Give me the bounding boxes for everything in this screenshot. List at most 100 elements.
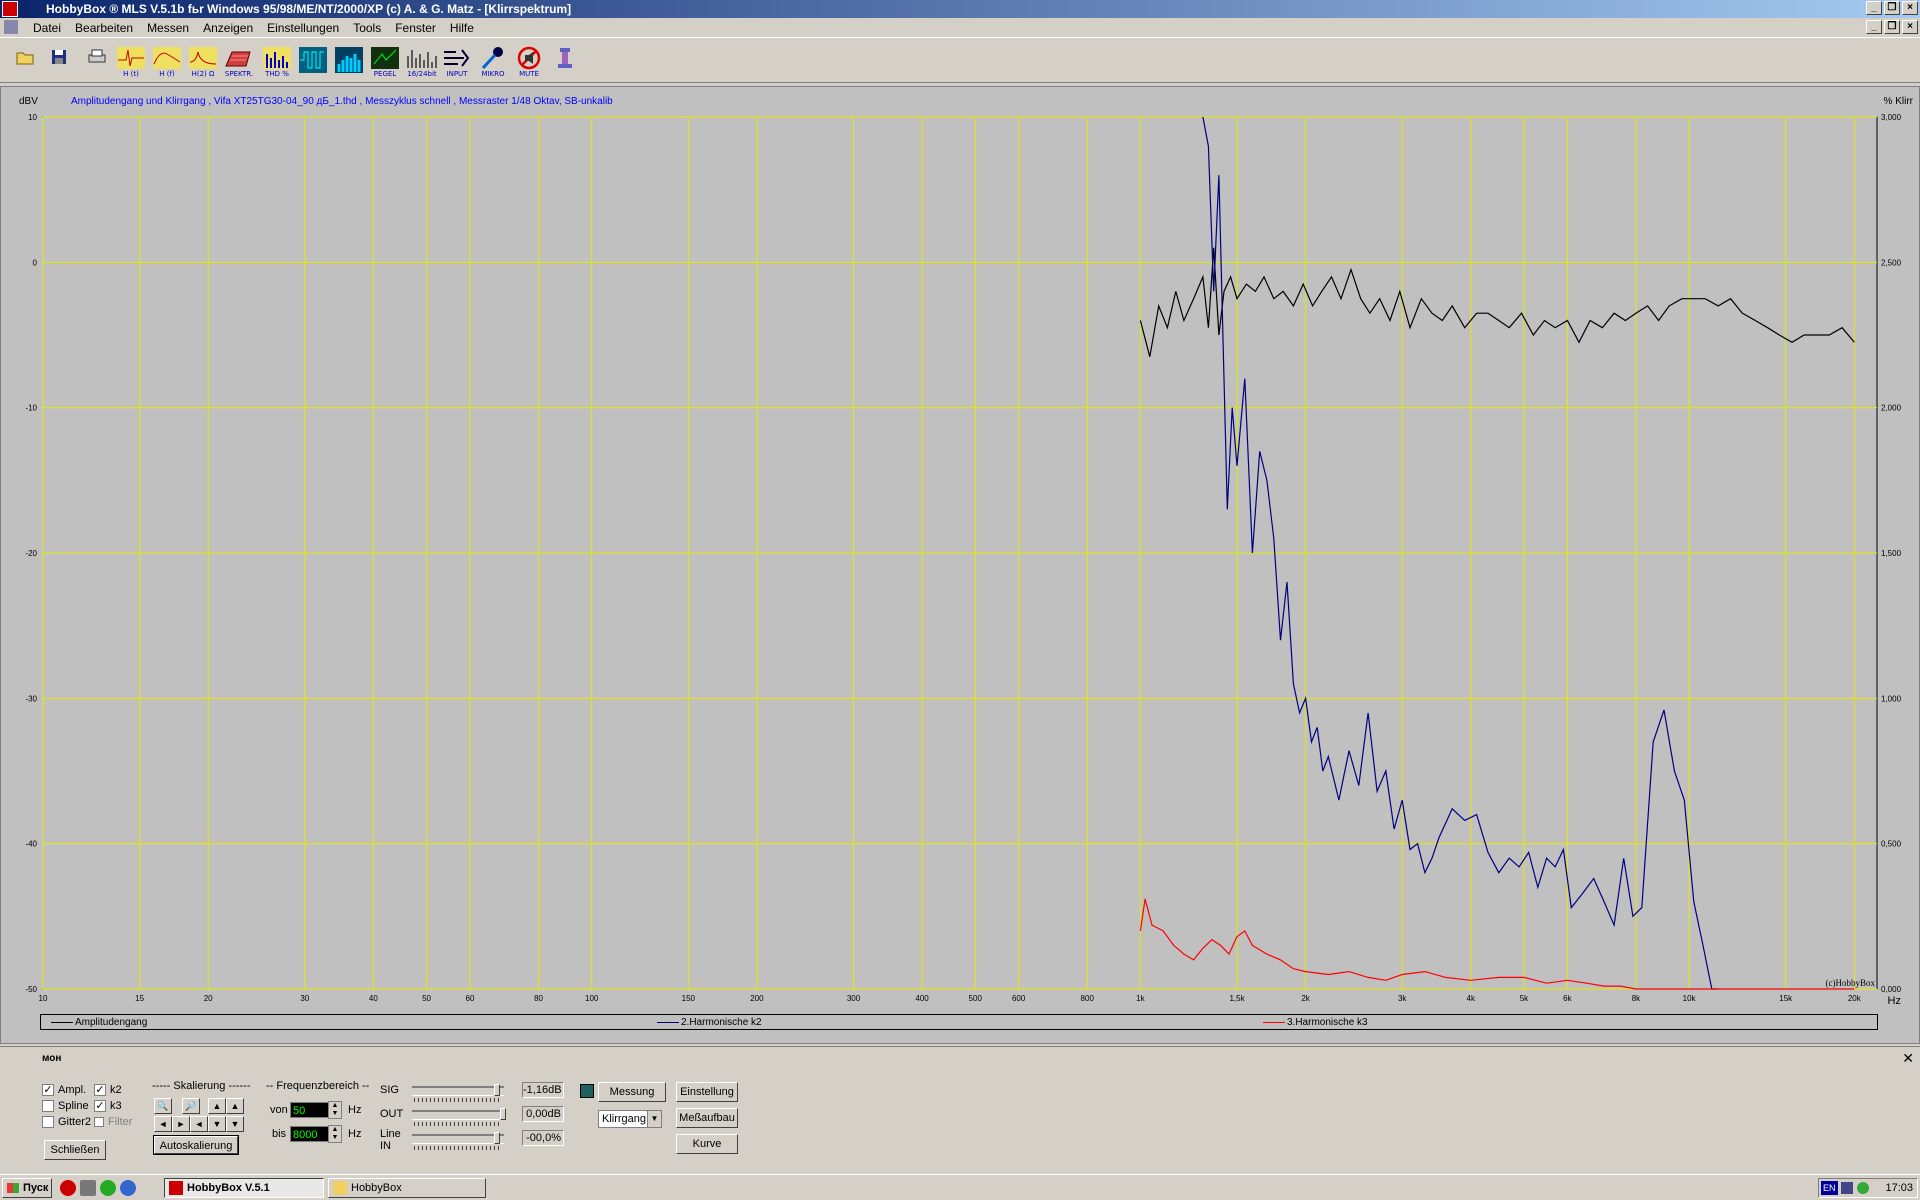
shift-left-icon[interactable]: ◄	[154, 1116, 172, 1132]
chevron-down-icon[interactable]: ▼	[647, 1111, 661, 1127]
ie-icon[interactable]	[120, 1180, 136, 1196]
taskbar: Пуск HobbyBox V.5.1 HobbyBox EN 17:03	[0, 1174, 1920, 1200]
menu-einstellungen[interactable]: Einstellungen	[260, 21, 346, 35]
sig-slider[interactable]	[412, 1084, 504, 1096]
impulse-response-button[interactable]: H (t)	[116, 46, 146, 80]
task-hobbybox-folder[interactable]: HobbyBox	[328, 1178, 486, 1198]
autoscale-button[interactable]: Autoskalierung	[153, 1135, 239, 1155]
zoom-in-icon[interactable]: 🔍	[154, 1098, 172, 1114]
x-tick-label: 100	[585, 994, 599, 1003]
task-hobbybox-app[interactable]: HobbyBox V.5.1	[164, 1178, 324, 1198]
rta-button[interactable]	[334, 46, 364, 80]
legend-label-k3: 3.Harmonische k3	[1287, 1017, 1368, 1028]
menu-hilfe[interactable]: Hilfe	[443, 21, 481, 35]
spline-checkbox[interactable]: Spline	[42, 1100, 89, 1112]
y2-tick-label: 1,500	[1881, 549, 1902, 558]
klirr-chart[interactable]: 10 15 20 30 40 50 60 80 100 150 200 300 400 500 600 800…	[1, 87, 1919, 1043]
menu-bearbeiten[interactable]: Bearbeiten	[68, 21, 140, 35]
messaufbau-button[interactable]: Meßaufbau	[676, 1108, 738, 1128]
messung-button[interactable]: Messung	[598, 1082, 666, 1102]
thd-bars-icon	[263, 47, 291, 69]
x-tick-label: 600	[1012, 994, 1026, 1003]
x-tick-label: 200	[750, 994, 764, 1003]
microphone-icon	[481, 47, 503, 70]
k3-checkbox[interactable]: ✓ k3	[94, 1100, 122, 1112]
filter-checkbox[interactable]: Filter	[94, 1116, 132, 1128]
shift-right-icon[interactable]: ►	[172, 1116, 190, 1132]
save-button[interactable]	[48, 46, 70, 80]
scaling-group-label: ----- Skalierung ------	[152, 1080, 251, 1092]
close-button[interactable]: ×	[1902, 1, 1918, 15]
microphone-button[interactable]: MIKRO	[478, 46, 508, 80]
menu-anzeigen[interactable]: Anzeigen	[196, 21, 260, 35]
menu-tools[interactable]: Tools	[346, 21, 388, 35]
out-value: 0,00dB	[522, 1106, 564, 1122]
in-slider[interactable]	[412, 1132, 504, 1144]
frequency-response-button[interactable]: H (f)	[152, 46, 182, 80]
winamp-icon[interactable]	[100, 1180, 116, 1196]
shift-left-2-icon[interactable]: ◄	[190, 1116, 208, 1132]
open-button[interactable]	[14, 46, 36, 80]
print-button[interactable]	[86, 46, 108, 80]
oscilloscope-button[interactable]	[298, 46, 328, 80]
close-panel-button[interactable]: Schließen	[44, 1140, 106, 1160]
menu-messen[interactable]: Messen	[140, 21, 196, 35]
out-slider[interactable]	[412, 1108, 506, 1120]
document-icon[interactable]	[4, 20, 18, 34]
kurve-button[interactable]: Kurve	[676, 1134, 738, 1154]
antivirus-icon[interactable]	[1857, 1182, 1869, 1194]
in-slider-thumb[interactable]	[494, 1132, 500, 1144]
scale-down-icon[interactable]: ▼	[208, 1116, 226, 1132]
opera-icon[interactable]	[60, 1180, 76, 1196]
x-tick-label: 80	[534, 994, 543, 1003]
impedance-button[interactable]: H(2) Ω	[188, 46, 218, 80]
minimize-button[interactable]: _	[1866, 1, 1882, 15]
zoom-out-icon[interactable]: 🔎	[182, 1098, 200, 1114]
mode-select[interactable]: Klirrgang ▼	[598, 1110, 662, 1128]
network-icon[interactable]	[1841, 1182, 1853, 1194]
save-disk-icon	[52, 50, 66, 64]
menu-datei[interactable]: Datei	[26, 21, 68, 35]
ampl-check-icon: ✓	[42, 1084, 54, 1096]
input-mixer-icon	[444, 49, 470, 67]
media-icon[interactable]	[80, 1180, 96, 1196]
exit-button[interactable]	[554, 46, 576, 80]
mute-button[interactable]: MUTE	[514, 46, 544, 80]
menu-fenster[interactable]: Fenster	[388, 21, 443, 35]
gitter2-checkbox[interactable]: Gitter2	[42, 1116, 91, 1128]
doc-restore-button[interactable]: ❐	[1884, 20, 1900, 34]
x-tick-label: 50	[422, 994, 431, 1003]
bis-input[interactable]: 8000	[290, 1126, 330, 1142]
bit-spectrum-button[interactable]: 16/24bit	[406, 46, 438, 80]
start-button[interactable]: Пуск	[2, 1178, 52, 1198]
impulse-response-icon	[117, 47, 145, 69]
out-slider-thumb[interactable]	[500, 1108, 506, 1120]
input-button[interactable]: INPUT	[442, 46, 472, 80]
maximize-button[interactable]: ❐	[1884, 1, 1900, 15]
thd-button[interactable]: THD %	[262, 46, 292, 80]
x-tick-label: 800	[1081, 994, 1095, 1003]
k2-checkbox[interactable]: ✓ k2	[94, 1084, 122, 1096]
doc-close-button[interactable]: ×	[1902, 20, 1918, 34]
bis-spinner[interactable]: ▲ ▼	[328, 1125, 342, 1143]
scale-down-2-icon[interactable]: ▼	[226, 1116, 244, 1132]
y-tick-label: -30	[25, 694, 37, 703]
spectrum-3d-button[interactable]: SPEKTR.	[224, 46, 254, 80]
language-indicator[interactable]: EN	[1821, 1181, 1838, 1195]
x-tick-label: 300	[847, 994, 861, 1003]
app-icon[interactable]	[2, 1, 18, 17]
einstellung-button[interactable]: Einstellung	[676, 1082, 738, 1102]
line-label: Line	[380, 1128, 401, 1140]
sig-slider-thumb[interactable]	[494, 1084, 500, 1096]
doc-minimize-button[interactable]: _	[1866, 20, 1882, 34]
ampl-checkbox[interactable]: ✓ Ampl.	[42, 1084, 86, 1096]
scale-up-2-icon[interactable]: ▲	[226, 1098, 244, 1114]
x-tick-label: 2k	[1301, 994, 1310, 1003]
level-meter-button[interactable]: PEGEL	[370, 46, 400, 80]
y2-tick-label: 1,000	[1881, 694, 1902, 703]
von-input[interactable]: 50	[290, 1102, 330, 1118]
scale-up-icon[interactable]: ▲	[208, 1098, 226, 1114]
sig-value: -1,16dB	[522, 1082, 564, 1098]
von-spinner[interactable]: ▲ ▼	[328, 1101, 342, 1119]
panel-close-icon[interactable]: ✕	[1902, 1050, 1914, 1067]
